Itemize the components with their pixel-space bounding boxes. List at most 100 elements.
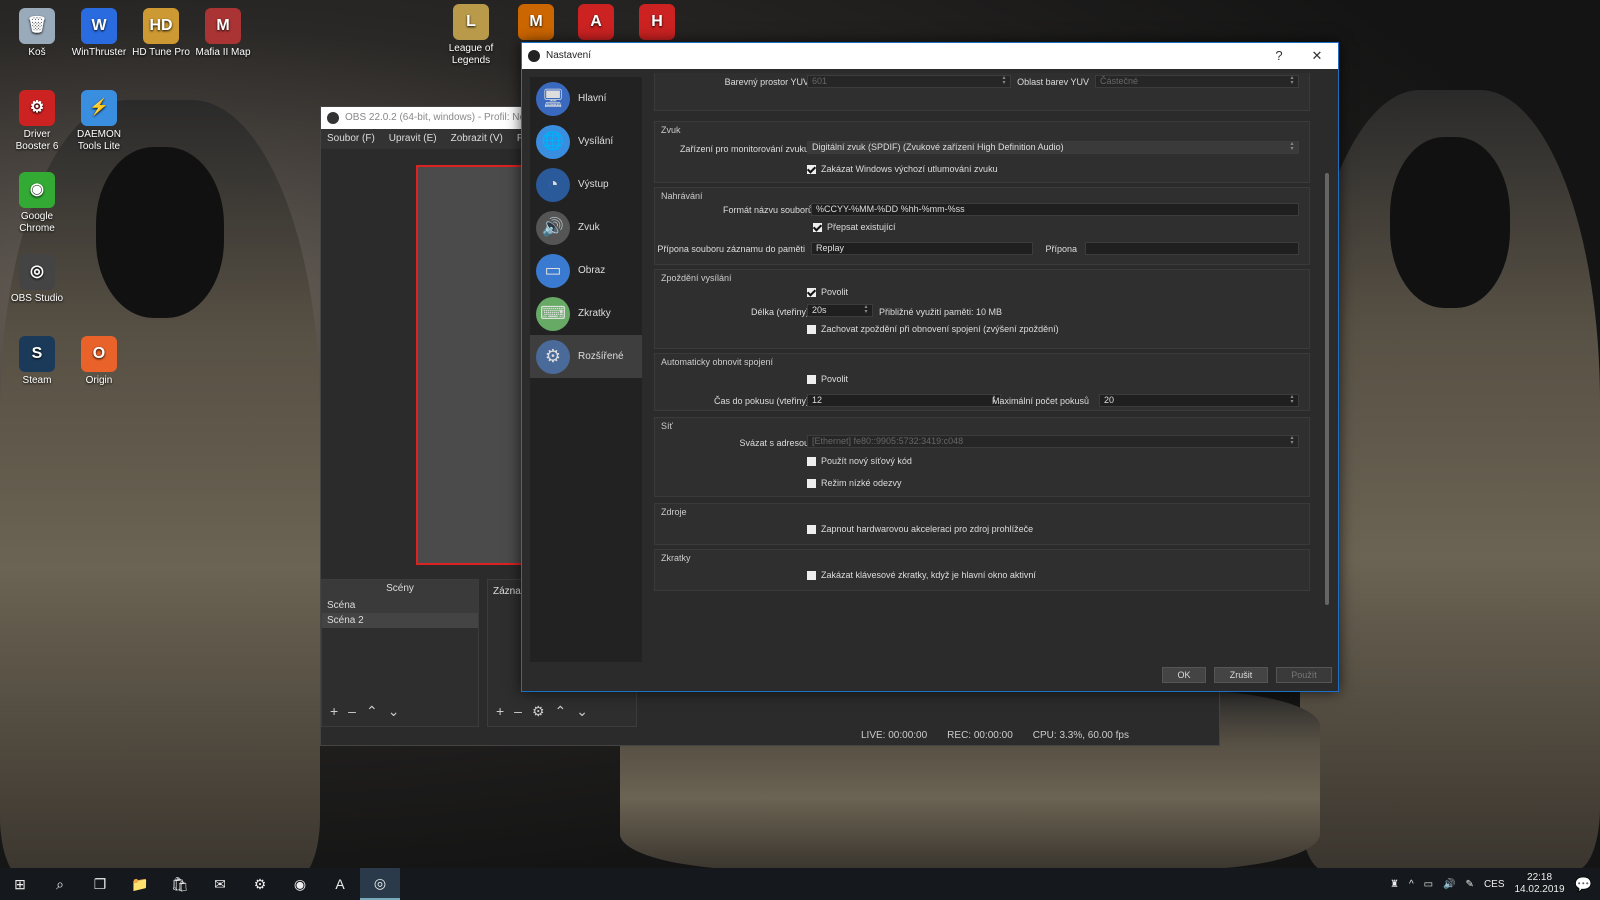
replay-prefix-label: Přípona souboru záznamu do paměti [657, 244, 805, 254]
suffix-label: Přípona [1045, 244, 1077, 254]
desktop-icon[interactable]: A [565, 4, 627, 43]
taskbar-app-icon[interactable]: 🛍 [160, 868, 200, 900]
desktop-icon[interactable]: W WinThruster [68, 8, 130, 59]
tray-icon[interactable]: ✎ [1466, 879, 1474, 890]
cancel-button[interactable]: Zrušit [1214, 667, 1268, 683]
nav-item-3[interactable]: 🔊 Zvuk [530, 206, 642, 249]
nav-label: Obraz [578, 265, 606, 276]
app-icon: ⚡ [81, 90, 117, 126]
taskbar-app-icon[interactable]: ✉ [200, 868, 240, 900]
browser-hwaccel-checkbox[interactable]: Zapnout hardwarovou akceleraci pro zdroj… [807, 524, 1033, 534]
close-button[interactable]: ✕ [1302, 43, 1332, 69]
disable-hotkeys-checkbox[interactable]: Zakázat klávesové zkratky, když je hlavn… [807, 570, 1036, 580]
ok-button[interactable]: OK [1162, 667, 1206, 683]
scroll-thumb[interactable] [1325, 173, 1329, 605]
yuv-space-select[interactable]: 601 ▴ ▾ [807, 75, 1011, 88]
nav-label: Zkratky [578, 308, 611, 319]
desktop-icon[interactable]: ⚙ Driver Booster 6 [6, 90, 68, 153]
desktop-icon[interactable]: L League of Legends [440, 4, 502, 67]
recording-group: Nahrávání Formát názvu souborů %CCYY-%MM… [654, 187, 1310, 265]
system-tray: ♜ ^ ▭ 🔊 ✎ CES 22:18 14.02.2019 💬 [1390, 868, 1592, 900]
desktop-icon[interactable]: H [626, 4, 688, 43]
low-latency-checkbox[interactable]: Režim nízké odezvy [807, 478, 902, 488]
desktop-icon[interactable]: ⚡ DAEMON Tools Lite [68, 90, 130, 153]
taskbar-app-icon[interactable]: ◎ [360, 868, 400, 900]
nav-label: Hlavní [578, 93, 607, 104]
desktop-icon[interactable]: 🗑 Koš [6, 8, 68, 59]
checkbox-box [807, 570, 816, 580]
taskbar-app-icon[interactable]: ⚙ [240, 868, 280, 900]
desktop-icon[interactable]: HD HD Tune Pro [130, 8, 192, 59]
desktop-icon[interactable]: ◎ OBS Studio [6, 254, 68, 305]
ducking-checkbox[interactable]: Zakázat Windows výchozí utlumování zvuku [807, 164, 998, 174]
hotkeys-title: Zkratky [661, 553, 691, 563]
bind-address-select[interactable]: [Ethernet] fe80::9905:5732:3419:c048 ▴ ▾ [807, 435, 1299, 448]
desktop-icon[interactable]: M [505, 4, 567, 43]
obs-preview[interactable] [416, 165, 526, 565]
hotkeys-group: Zkratky Zakázat klávesové zkratky, když … [654, 549, 1310, 591]
nav-item-0[interactable]: 🖥 Hlavní [530, 77, 642, 120]
apply-button[interactable]: Použít [1276, 667, 1332, 683]
overwrite-checkbox[interactable]: Přepsat existující [813, 222, 896, 232]
sources-group: Zdroje Zapnout hardwarovou akceleraci pr… [654, 503, 1310, 545]
notification-icon[interactable]: 💬 [1575, 876, 1592, 893]
desktop-icon-label: WinThruster [71, 47, 127, 58]
menu-view[interactable]: Zobrazit (V) [451, 129, 503, 149]
checkbox-box [807, 374, 816, 384]
nav-item-4[interactable]: ▭ Obraz [530, 249, 642, 292]
taskbar-app-icon[interactable]: A [320, 868, 360, 900]
menu-file[interactable]: Soubor (F) [327, 129, 375, 149]
max-retries-spinbox[interactable]: 20 ▴ ▾ [1099, 394, 1299, 407]
scene-item[interactable]: Scéna 2 [322, 613, 478, 628]
stream-delay-group: Zpoždění vysílání Povolit Délka (vteřiny… [654, 269, 1310, 349]
settings-scrollbar[interactable] [1322, 73, 1332, 648]
app-icon: L [453, 4, 489, 40]
desktop-icon[interactable]: M Mafia II Map [192, 8, 254, 59]
tray-icon[interactable]: 🔊 [1443, 879, 1455, 890]
nav-item-6[interactable]: ⚙ Rozšířené [530, 335, 642, 378]
clock[interactable]: 22:18 14.02.2019 [1515, 872, 1565, 896]
nav-label: Rozšířené [578, 351, 624, 362]
rec-time: REC: 00:00:00 [947, 730, 1013, 741]
live-time: LIVE: 00:00:00 [861, 730, 928, 741]
tray-icon[interactable]: ^ [1409, 879, 1414, 890]
reconnect-enable-checkbox[interactable]: Povolit [807, 374, 848, 384]
cpu-fps: CPU: 3.3%, 60.00 fps [1032, 730, 1129, 741]
delay-duration-label: Délka (vteřiny) [750, 307, 809, 317]
filename-format-input[interactable]: %CCYY-%MM-%DD %hh-%mm-%ss [811, 203, 1299, 216]
app-icon: O [81, 336, 117, 372]
scene-item[interactable]: Scéna [322, 598, 478, 613]
yuv-range-label: Oblast barev YUV [1017, 77, 1089, 87]
taskbar-app-icon[interactable]: ⊞ [0, 868, 40, 900]
checkbox-box [807, 324, 816, 334]
taskbar-app-icon[interactable]: ◉ [280, 868, 320, 900]
desktop-icon[interactable]: O Origin [68, 336, 130, 387]
replay-prefix-input[interactable]: Replay [811, 242, 1033, 255]
scene-toolbar[interactable]: +–⌃⌄ [330, 703, 409, 720]
nav-item-1[interactable]: 🌐 Vysílání [530, 120, 642, 163]
tray-icon[interactable]: ▭ [1424, 879, 1433, 890]
app-icon: 🗑 [19, 8, 55, 44]
language-indicator[interactable]: CES [1484, 879, 1505, 890]
bind-address-label: Svázat s adresou [739, 438, 809, 448]
menu-edit[interactable]: Upravit (E) [389, 129, 437, 149]
desktop-icon[interactable]: S Steam [6, 336, 68, 387]
delay-duration-spinbox[interactable]: 20s ▴ ▾ [807, 304, 873, 317]
monitor-device-select[interactable]: Digitální zvuk (SPDIF) (Zvukové zařízení… [807, 141, 1299, 154]
new-network-code-checkbox[interactable]: Použít nový síťový kód [807, 456, 912, 466]
taskbar-app-icon[interactable]: ⌕ [40, 868, 80, 900]
nav-icon: ◔ [536, 167, 570, 202]
yuv-range-select[interactable]: Částečné ▴ ▾ [1095, 75, 1299, 88]
nav-item-2[interactable]: ◔ Výstup [530, 163, 642, 206]
taskbar-app-icon[interactable]: ❐ [80, 868, 120, 900]
help-button[interactable]: ? [1264, 43, 1294, 69]
tray-icon[interactable]: ♜ [1390, 879, 1399, 890]
desktop-icon[interactable]: ◉ Google Chrome [6, 172, 68, 235]
delay-enable-checkbox[interactable]: Povolit [807, 287, 848, 297]
nav-item-5[interactable]: ⌨ Zkratky [530, 292, 642, 335]
suffix-input[interactable] [1085, 242, 1299, 255]
preserve-delay-checkbox[interactable]: Zachovat zpoždění při obnovení spojení (… [807, 324, 1059, 334]
retry-delay-spinbox[interactable]: 12 ▴ ▾ [807, 394, 1001, 407]
source-toolbar[interactable]: +–⚙⌃⌄ [496, 703, 598, 720]
taskbar-app-icon[interactable]: 📁 [120, 868, 160, 900]
